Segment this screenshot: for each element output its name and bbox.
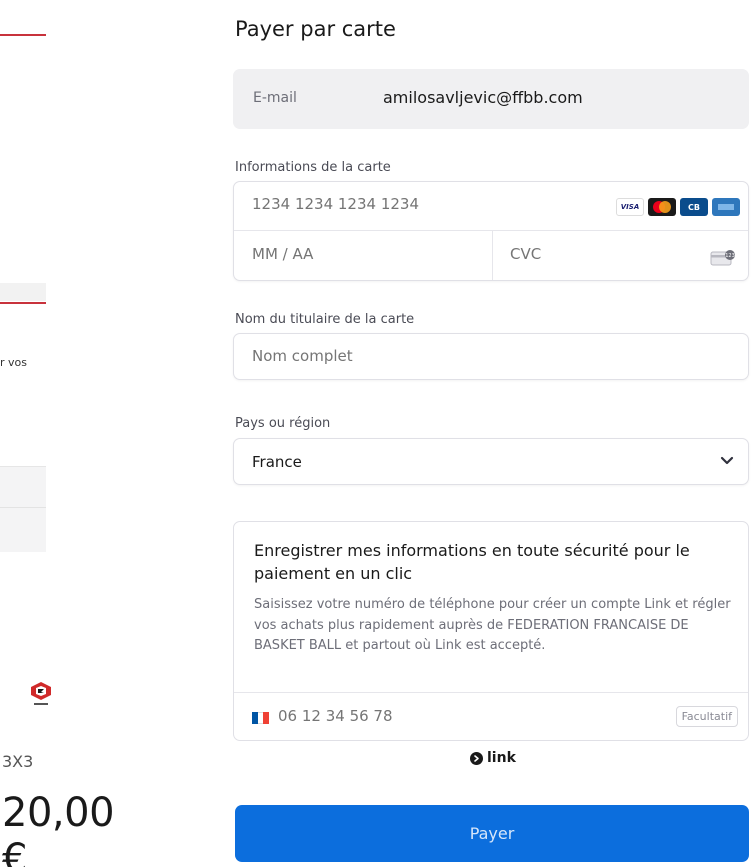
card-col-divider: [492, 230, 493, 280]
phone-input[interactable]: [278, 707, 578, 725]
optional-badge: Facultatif: [675, 706, 738, 727]
cardholder-name-field: [233, 333, 749, 380]
card-brands: VISA CB: [616, 198, 740, 216]
email-label: E-mail: [253, 90, 297, 106]
chevron-down-icon: [720, 456, 734, 465]
pay-button[interactable]: Payer: [235, 805, 749, 862]
summary-field-box: [0, 466, 46, 552]
link-save-description: Saisissez votre numéro de téléphone pour…: [254, 597, 731, 653]
summary-text-fragment: r vos: [0, 356, 27, 369]
email-display: E-mail amilosavljevic@ffbb.com: [233, 69, 749, 129]
order-summary-pane: r vos 3X3 20,00 €: [0, 0, 115, 867]
phone-divider: [234, 692, 748, 693]
country-select[interactable]: France: [233, 438, 749, 485]
cardholder-name-label: Nom du titulaire de la carte: [235, 312, 415, 327]
card-cvc-input[interactable]: [510, 245, 660, 263]
divider-red: [0, 302, 46, 304]
cardholder-name-input[interactable]: [252, 347, 722, 365]
divider-red: [0, 34, 46, 36]
link-brand-label: link: [487, 750, 516, 766]
summary-row-background: [0, 283, 46, 301]
mastercard-icon: [648, 198, 676, 216]
country-value: France: [252, 453, 302, 471]
amex-icon: [712, 198, 740, 216]
link-save-info-box: Enregistrer mes informations en toute sé…: [233, 521, 749, 741]
france-flag-icon: [252, 712, 270, 724]
country-label: Pays ou région: [235, 416, 331, 431]
product-price: 20,00 €: [2, 790, 115, 867]
summary-field-divider: [0, 507, 46, 508]
cvc-card-icon: 123: [710, 250, 735, 266]
email-value: amilosavljevic@ffbb.com: [383, 88, 583, 107]
visa-icon: VISA: [616, 198, 644, 216]
svg-text:123: 123: [725, 253, 735, 259]
card-expiry-input[interactable]: [252, 245, 452, 263]
link-logo-icon: [470, 751, 483, 765]
ffbb-3x3-logo: [31, 682, 51, 705]
cartes-bancaires-icon: CB: [680, 198, 708, 216]
product-name: 3X3: [2, 752, 34, 771]
link-save-title: Enregistrer mes informations en toute sé…: [254, 541, 690, 583]
card-number-input[interactable]: [252, 195, 472, 213]
card-details-group: VISA CB 123: [233, 181, 749, 281]
form-title: Payer par carte: [235, 17, 396, 41]
link-brand: link: [470, 750, 516, 766]
card-info-label: Informations de la carte: [235, 160, 391, 175]
card-row-divider: [234, 230, 748, 231]
